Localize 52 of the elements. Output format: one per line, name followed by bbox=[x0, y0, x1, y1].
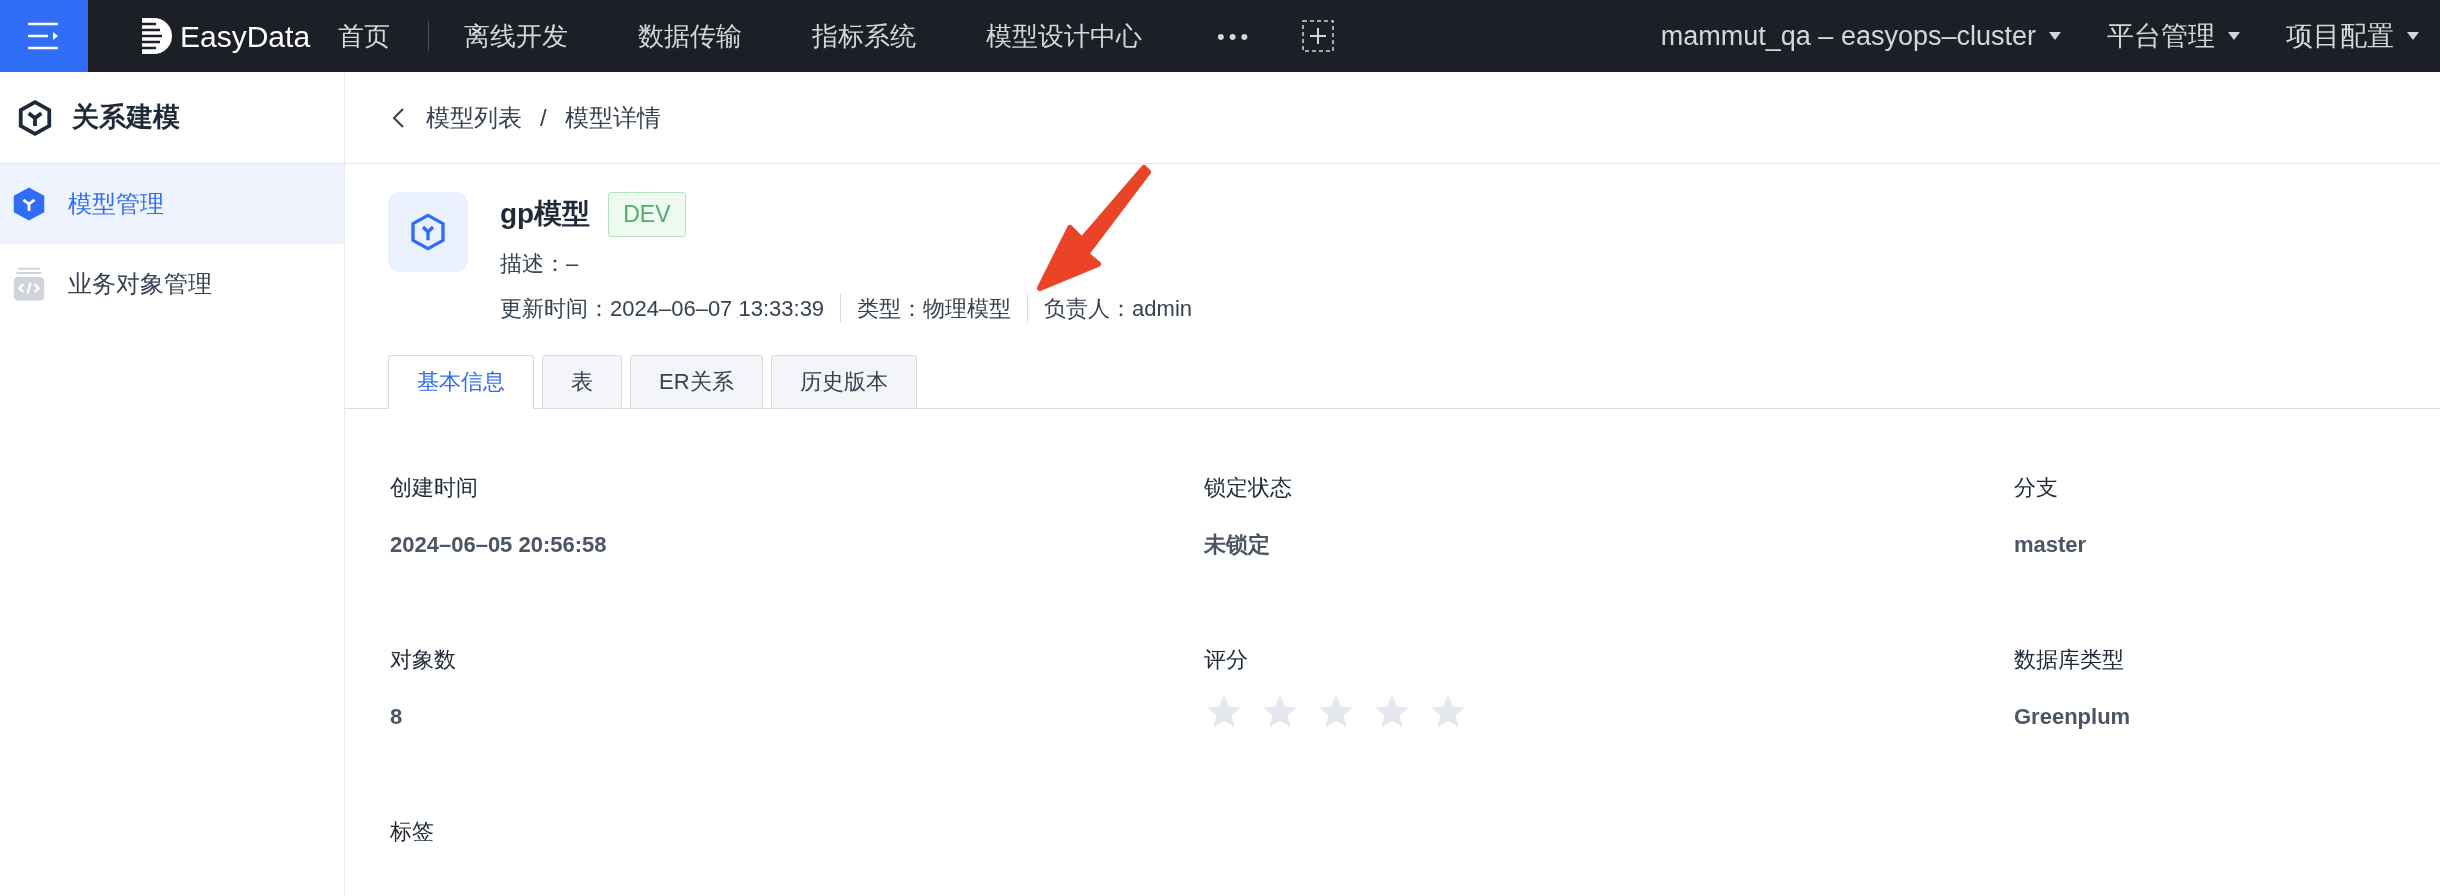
model-name: gp模型 bbox=[500, 197, 591, 232]
tab[interactable]: 历史版本 bbox=[770, 354, 917, 409]
field-value: 2024–06–05 20:56:58 bbox=[390, 530, 608, 559]
field-value: 未锁定 bbox=[1204, 530, 1271, 559]
nav-link[interactable]: 数据传输 bbox=[638, 16, 743, 56]
caret-icon bbox=[2048, 31, 2062, 41]
meta-value: 物理模型 bbox=[923, 294, 1012, 323]
meta-label: 更新时间： bbox=[500, 294, 610, 323]
add-icon[interactable] bbox=[1302, 20, 1335, 52]
breadcrumb-separator: / bbox=[540, 102, 547, 133]
meta-label: 类型： bbox=[857, 294, 924, 323]
tab[interactable]: 基本信息 bbox=[388, 354, 534, 409]
sidebar-item[interactable]: 模型管理 bbox=[0, 164, 344, 244]
menu-button[interactable] bbox=[0, 0, 88, 72]
field-label: 创建时间 bbox=[390, 473, 479, 502]
sidebar-item[interactable]: 业务对象管理 bbox=[0, 244, 344, 324]
breadcrumb-link[interactable]: 模型列表 bbox=[426, 99, 522, 136]
description-label: 描述： bbox=[500, 249, 566, 278]
env-badge: DEV bbox=[608, 192, 686, 237]
field-value: master bbox=[2014, 530, 2088, 559]
dropdown-menu[interactable]: mammut_qa – easyops–cluster bbox=[1660, 15, 2062, 57]
tab[interactable]: 表 bbox=[542, 354, 622, 409]
more-button[interactable]: ••• bbox=[1217, 19, 1253, 53]
field-label: 数据库类型 bbox=[2014, 645, 2125, 674]
caret-icon bbox=[2406, 31, 2420, 41]
brand-name: EasyData bbox=[180, 18, 311, 55]
cube-icon bbox=[12, 186, 46, 222]
field-value: Greenplum bbox=[2014, 702, 2132, 731]
code-file-icon bbox=[12, 266, 46, 302]
tab[interactable]: ER关系 bbox=[630, 354, 763, 409]
field-label: 锁定状态 bbox=[1204, 473, 1293, 502]
nav-link[interactable]: 模型设计中心 bbox=[986, 16, 1143, 56]
field-label: 分支 bbox=[2014, 473, 2059, 502]
cube-icon bbox=[16, 98, 54, 137]
field-value: 8 bbox=[390, 702, 404, 731]
meta-value: admin bbox=[1132, 294, 1193, 323]
meta-label: 负责人： bbox=[1044, 294, 1133, 323]
back-icon[interactable] bbox=[390, 105, 406, 130]
description-value: – bbox=[566, 249, 579, 278]
dropdown-menu[interactable]: 项目配置 bbox=[2286, 15, 2420, 57]
caret-icon bbox=[2227, 31, 2241, 41]
dropdown-menu[interactable]: 平台管理 bbox=[2107, 15, 2241, 57]
field-label: 评分 bbox=[1204, 645, 1249, 674]
nav-link[interactable]: 离线开发 bbox=[464, 16, 569, 56]
breadcrumb-current: 模型详情 bbox=[564, 102, 661, 133]
field-label: 标签 bbox=[390, 817, 435, 846]
sidebar-title: 关系建模 bbox=[72, 101, 180, 135]
field-label: 对象数 bbox=[390, 645, 457, 674]
cube-icon bbox=[408, 212, 448, 252]
nav-link[interactable]: 指标系统 bbox=[812, 16, 917, 56]
nav-link[interactable]: 首页 bbox=[338, 16, 391, 56]
meta-value: 2024–06–07 13:33:39 bbox=[610, 294, 825, 323]
